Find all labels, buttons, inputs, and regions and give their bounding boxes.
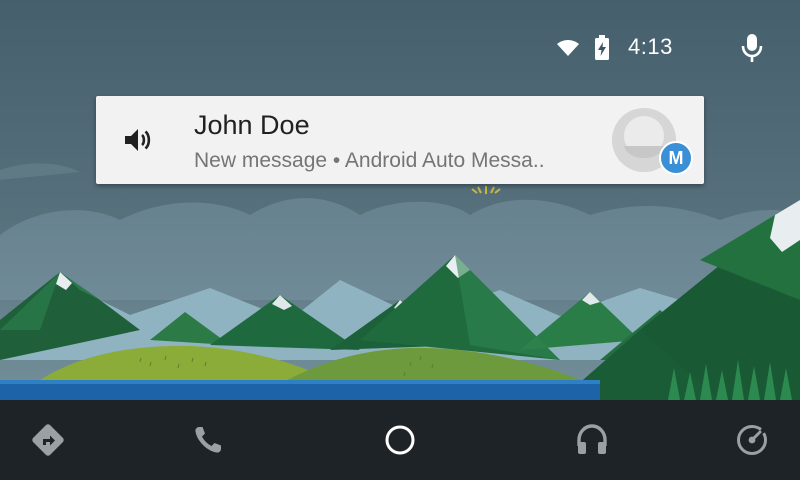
nav-phone-button[interactable]: [188, 420, 228, 460]
microphone-icon[interactable]: [738, 32, 766, 64]
bottom-nav-bar: [0, 400, 800, 480]
clock-time: 4:13: [628, 34, 673, 59]
home-icon: [385, 425, 415, 455]
dashboard-gauge-icon: [736, 424, 768, 456]
nav-overview-button[interactable]: [732, 420, 772, 460]
android-auto-screen: 4:13 John Doe New message • Android Auto…: [0, 0, 800, 480]
phone-icon: [195, 427, 221, 453]
app-badge: M: [659, 141, 693, 175]
battery-charging-icon: [595, 35, 609, 60]
nav-navigation-button[interactable]: [28, 420, 68, 460]
notification-text: New message • Android Auto Messa..: [194, 149, 545, 172]
wifi-icon: [557, 40, 579, 56]
navigation-icon: [32, 424, 64, 456]
nav-home-button[interactable]: [380, 420, 420, 460]
status-bar: 4:13: [0, 0, 800, 96]
headphones-icon: [577, 424, 607, 454]
notification-title: John Doe: [194, 110, 310, 140]
message-notification-card[interactable]: John Doe New message • Android Auto Mess…: [96, 96, 704, 184]
volume-icon[interactable]: [122, 124, 154, 156]
nav-music-button[interactable]: [572, 420, 612, 460]
